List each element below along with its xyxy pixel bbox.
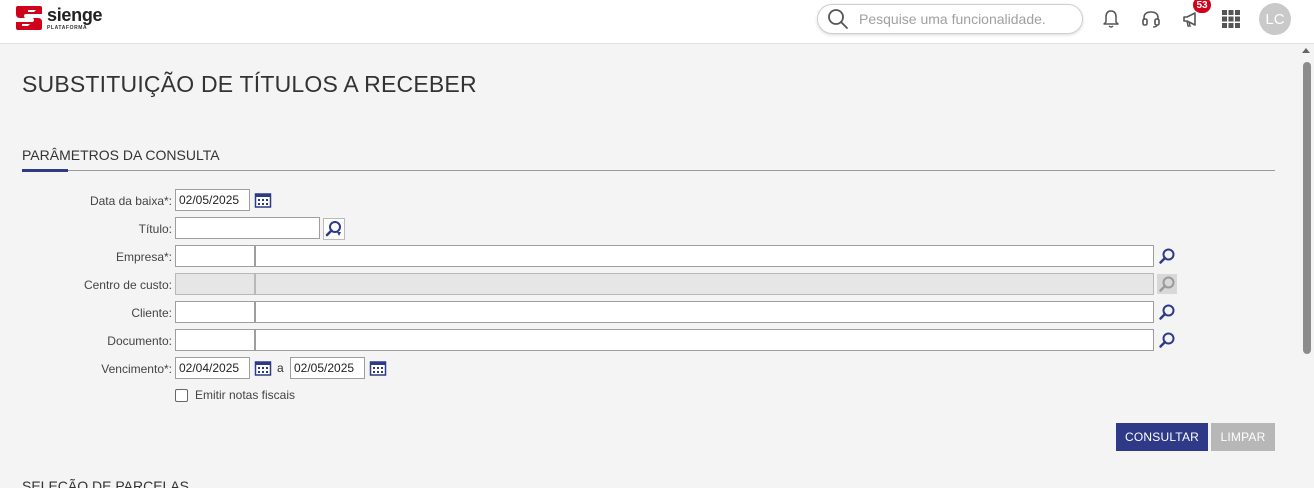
sienge-logo[interactable]: sienge PLATAFORMA bbox=[14, 4, 103, 32]
empresa-code-input[interactable] bbox=[175, 245, 255, 267]
calendar-icon[interactable] bbox=[253, 358, 273, 378]
documento-code-input[interactable] bbox=[175, 329, 255, 351]
cliente-search-icon[interactable] bbox=[1157, 302, 1177, 322]
logo-subtitle: PLATAFORMA bbox=[47, 24, 88, 31]
calendar-icon[interactable] bbox=[253, 190, 273, 210]
section-accent-underline bbox=[22, 169, 68, 172]
scroll-up-arrow-icon[interactable] bbox=[1302, 48, 1310, 53]
scroll-thumb[interactable] bbox=[1303, 62, 1311, 354]
limpar-button: LIMPAR bbox=[1211, 423, 1275, 451]
calendar-icon[interactable] bbox=[368, 358, 388, 378]
page-scrollbar[interactable] bbox=[1299, 44, 1314, 488]
vencimento-to-input[interactable] bbox=[290, 357, 365, 379]
empresa-name-input[interactable] bbox=[255, 245, 1154, 267]
centro-custo-search-icon bbox=[1157, 274, 1177, 294]
magnifier-arrow-icon bbox=[325, 221, 341, 237]
consultar-button[interactable]: CONSULTAR bbox=[1116, 423, 1208, 451]
notification-count-badge: 53 bbox=[1193, 0, 1211, 13]
centro-custo-name-input bbox=[255, 273, 1154, 295]
cliente-label: Cliente: bbox=[131, 306, 172, 320]
headset-icon[interactable] bbox=[1140, 8, 1162, 30]
section-title-parametros: PARÂMETROS DA CONSULTA bbox=[22, 147, 220, 163]
centro-custo-code-input bbox=[175, 273, 255, 295]
cliente-name-input[interactable] bbox=[255, 301, 1154, 323]
centro-custo-label: Centro de custo: bbox=[83, 278, 172, 292]
empresa-search-icon[interactable] bbox=[1157, 246, 1177, 266]
section-divider bbox=[22, 170, 1275, 171]
data-baixa-label: Data da baixa*: bbox=[89, 194, 172, 208]
titulo-input[interactable] bbox=[175, 217, 320, 239]
feature-search-box[interactable] bbox=[817, 4, 1083, 34]
date-range-separator: a bbox=[277, 361, 284, 375]
data-baixa-input[interactable] bbox=[175, 189, 250, 211]
titulo-label: Título: bbox=[138, 222, 172, 236]
search-input[interactable] bbox=[859, 11, 1069, 27]
apps-grid-icon[interactable] bbox=[1220, 8, 1242, 30]
vencimento-from-input[interactable] bbox=[175, 357, 250, 379]
logo-name: sienge bbox=[47, 4, 103, 25]
page-title: SUBSTITUIÇÃO DE TÍTULOS A RECEBER bbox=[22, 71, 477, 97]
user-avatar[interactable]: LC bbox=[1259, 3, 1291, 35]
emitir-notas-checkbox[interactable] bbox=[175, 389, 188, 402]
emitir-notas-label[interactable]: Emitir notas fiscais bbox=[195, 388, 295, 402]
cliente-code-input[interactable] bbox=[175, 301, 255, 323]
titulo-search-button[interactable] bbox=[323, 218, 345, 240]
bell-icon[interactable] bbox=[1100, 8, 1122, 30]
section-title-selecao: SELEÇÃO DE PARCELAS bbox=[22, 478, 190, 488]
documento-name-input[interactable] bbox=[255, 329, 1154, 351]
vencimento-label: Vencimento*: bbox=[101, 362, 172, 376]
top-bar: sienge PLATAFORMA 53 LC bbox=[0, 0, 1314, 44]
sienge-logo-mark-icon bbox=[14, 4, 44, 32]
documento-label: Documento: bbox=[107, 334, 172, 348]
documento-search-icon[interactable] bbox=[1157, 330, 1177, 350]
search-icon bbox=[827, 8, 849, 30]
empresa-label: Empresa*: bbox=[115, 250, 172, 264]
